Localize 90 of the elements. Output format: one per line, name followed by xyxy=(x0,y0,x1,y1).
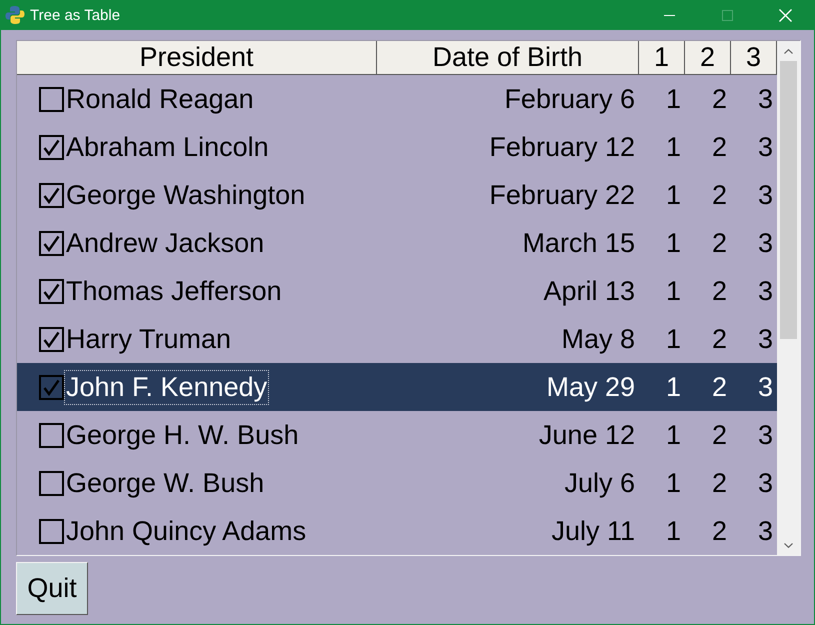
number-text: 3 xyxy=(758,518,773,544)
column-header[interactable]: Date of Birth xyxy=(377,41,639,75)
number-text: 1 xyxy=(666,470,681,496)
checkbox[interactable] xyxy=(39,182,64,208)
number-text: 2 xyxy=(712,86,727,112)
column-header[interactable]: 2 xyxy=(685,41,731,75)
checkmark-icon xyxy=(43,282,60,300)
table-row[interactable]: Andrew Jackson March 15 1 2 3 xyxy=(17,219,777,267)
number-text: 3 xyxy=(758,278,773,304)
window-title: Tree as Table xyxy=(30,8,120,22)
number-text: 2 xyxy=(712,518,727,544)
table-row[interactable]: George H. W. Bush June 12 1 2 3 xyxy=(17,411,777,459)
number-text: 1 xyxy=(666,518,681,544)
checkmark-icon xyxy=(43,234,60,252)
column-header[interactable]: 3 xyxy=(731,41,777,75)
scrollbar-thumb[interactable] xyxy=(780,61,797,339)
president-name: John Quincy Adams xyxy=(65,514,308,548)
number-text: 1 xyxy=(666,86,681,112)
chevron-down-icon xyxy=(784,542,793,548)
column-header[interactable]: President xyxy=(17,41,377,75)
birth-date-text: February 6 xyxy=(504,86,635,112)
number-text: 2 xyxy=(712,134,727,160)
table-row[interactable]: Harry Truman May 8 1 2 3 xyxy=(17,315,777,363)
birth-date-text: February 12 xyxy=(489,134,635,160)
checkbox[interactable] xyxy=(39,422,64,448)
president-name: Harry Truman xyxy=(65,322,232,356)
number-text: 2 xyxy=(712,230,727,256)
table-row[interactable]: George W. Bush July 6 1 2 3 xyxy=(17,459,777,507)
checkbox[interactable] xyxy=(39,470,64,496)
checkbox[interactable] xyxy=(39,86,64,112)
table-row[interactable]: John Quincy Adams July 11 1 2 3 xyxy=(17,507,777,555)
number-text: 1 xyxy=(666,374,681,400)
president-name: Andrew Jackson xyxy=(65,226,266,260)
table-row[interactable]: John F. Kennedy May 29 1 2 3 xyxy=(17,363,777,411)
number-text: 3 xyxy=(758,86,773,112)
number-text: 1 xyxy=(666,278,681,304)
birth-date-text: June 12 xyxy=(538,422,635,448)
number-text: 3 xyxy=(758,374,773,400)
maximize-icon xyxy=(722,10,732,20)
number-text: 3 xyxy=(758,230,773,256)
checkbox[interactable] xyxy=(39,518,64,544)
number-text: 2 xyxy=(712,278,727,304)
checkmark-icon xyxy=(43,186,60,204)
checkmark-icon xyxy=(43,138,60,156)
number-text: 2 xyxy=(712,182,727,208)
table-row[interactable]: George Washington February 22 1 2 3 xyxy=(17,171,777,219)
number-text: 3 xyxy=(758,422,773,448)
birth-date-text: April 13 xyxy=(543,278,635,304)
quit-button[interactable]: Quit xyxy=(16,562,88,615)
table-row[interactable]: Thomas Jefferson April 13 1 2 3 xyxy=(17,267,777,315)
president-name: George Washington xyxy=(65,178,306,212)
checkbox[interactable] xyxy=(39,134,64,160)
checkbox[interactable] xyxy=(39,230,64,256)
number-text: 2 xyxy=(712,326,727,352)
number-text: 3 xyxy=(758,182,773,208)
president-name: George W. Bush xyxy=(65,466,266,500)
app-logo-icon xyxy=(5,5,25,25)
president-name: Abraham Lincoln xyxy=(65,130,270,164)
checkmark-icon xyxy=(43,378,60,396)
checkbox[interactable] xyxy=(39,326,64,352)
number-text: 1 xyxy=(666,326,681,352)
president-name: George H. W. Bush xyxy=(65,418,300,452)
number-text: 1 xyxy=(666,134,681,160)
column-header[interactable]: 1 xyxy=(639,41,685,75)
chevron-up-icon xyxy=(784,48,793,54)
birth-date-text: July 6 xyxy=(564,470,635,496)
number-text: 3 xyxy=(758,470,773,496)
birth-date-text: July 11 xyxy=(551,518,635,544)
number-text: 3 xyxy=(758,326,773,352)
minimize-icon xyxy=(664,14,674,16)
number-text: 1 xyxy=(666,422,681,448)
table-row[interactable]: Ronald Reagan February 6 1 2 3 xyxy=(17,75,777,123)
number-text: 1 xyxy=(666,230,681,256)
checkbox[interactable] xyxy=(39,278,64,304)
number-text: 2 xyxy=(712,374,727,400)
number-text: 2 xyxy=(712,470,727,496)
birth-date-text: February 22 xyxy=(489,182,635,208)
number-text: 2 xyxy=(712,422,727,448)
president-name: Thomas Jefferson xyxy=(65,274,283,308)
checkmark-icon xyxy=(43,330,60,348)
number-text: 1 xyxy=(666,182,681,208)
checkbox[interactable] xyxy=(39,374,64,400)
birth-date-text: May 8 xyxy=(561,326,635,352)
president-name: Ronald Reagan xyxy=(65,82,255,116)
close-icon xyxy=(778,8,792,22)
birth-date-text: March 15 xyxy=(522,230,635,256)
table-row[interactable]: Abraham Lincoln February 12 1 2 3 xyxy=(17,123,777,171)
president-name: John F. Kennedy xyxy=(64,370,270,404)
birth-date-text: May 29 xyxy=(546,374,635,400)
number-text: 3 xyxy=(758,134,773,160)
